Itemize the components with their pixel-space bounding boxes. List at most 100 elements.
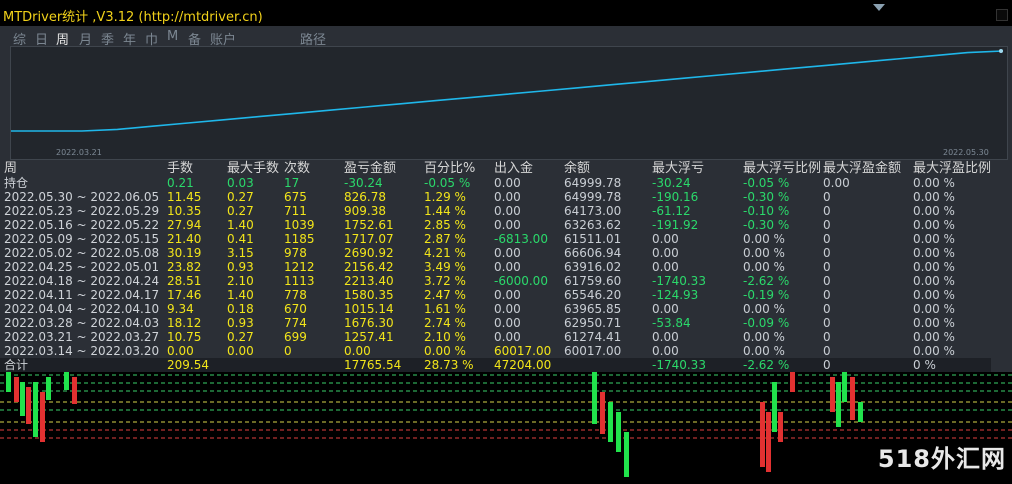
row-label: 2022.05.09 ~ 2022.05.15 [4, 232, 160, 246]
table-body: 2022.05.30 ~ 2022.06.05 11.45 0.27 675 826.7… [0, 190, 991, 358]
cell: 27.94 [167, 218, 202, 232]
cell: 209.54 [167, 358, 227, 372]
cell: 63916.02 [564, 260, 622, 274]
col-header: 最大浮盈比例 [913, 161, 992, 176]
cell: 61511.01 [564, 232, 622, 246]
cell: 64173.00 [564, 204, 622, 218]
cell: -0.05 % [424, 176, 471, 190]
table-row: 2022.03.28 ~ 2022.04.03 18.12 0.93 774 1676.… [0, 316, 991, 330]
cell: 0.03 [227, 176, 254, 190]
cell: 47204.00 [494, 358, 564, 372]
cell: -0.09 % [743, 316, 790, 330]
table-row: 2022.05.09 ~ 2022.05.15 21.40 0.41 1185 1717… [0, 232, 991, 246]
cell: 17765.54 [344, 358, 424, 372]
cell: 0.00 % [913, 330, 955, 344]
cell: 0.00 [167, 344, 194, 358]
cell: 0.00 [494, 218, 521, 232]
cell: 2.10 [227, 274, 254, 288]
cell: 1580.35 [344, 288, 394, 302]
candle [72, 377, 77, 404]
cell: 0.00 % [424, 344, 466, 358]
cell: 2.87 % [424, 232, 466, 246]
cell: 0.00 [494, 316, 521, 330]
cell: 10.75 [167, 330, 202, 344]
equity-line [11, 50, 1004, 132]
cell: 0.00 [494, 288, 521, 302]
col-header: 次数 [284, 161, 311, 176]
cell: 60017.00 [564, 344, 622, 358]
candle [592, 372, 597, 424]
cell: 0.00 % [913, 190, 955, 204]
cell: 0.00 [494, 330, 521, 344]
cell: 826.78 [344, 190, 386, 204]
cell: -191.92 [652, 218, 699, 232]
col-header: 最大浮亏比例 [743, 161, 822, 176]
watermark-logo: 518外汇网 [877, 445, 1006, 473]
candlestick-chart [0, 372, 1012, 477]
collapse-triangle-icon[interactable] [873, 4, 885, 11]
candle [850, 377, 855, 420]
row-label: 2022.05.16 ~ 2022.05.22 [4, 218, 160, 232]
candle [600, 392, 605, 434]
cell: 0.00 [652, 232, 679, 246]
candle [64, 372, 69, 390]
cell: 3.15 [227, 246, 254, 260]
cell: 0.00 % [913, 344, 955, 358]
cell: 0 [823, 330, 831, 344]
candle [616, 412, 621, 452]
cell: 3.72 % [424, 274, 466, 288]
cell: 0 [823, 246, 831, 260]
candle [766, 412, 771, 472]
cell: 0.00 % [913, 302, 955, 316]
cell: 0.00 % [913, 316, 955, 330]
candle [836, 382, 841, 427]
cell: 62950.71 [564, 316, 622, 330]
cell: 0.00 % [743, 260, 785, 274]
cell: 21.40 [167, 232, 202, 246]
row-label: 2022.05.23 ~ 2022.05.29 [4, 204, 160, 218]
panel-box-icon[interactable] [996, 9, 1008, 21]
candle [26, 387, 31, 424]
tab-bar: 综 日 周 月 季 年 巾 M 备 账户 路径 [0, 26, 1012, 48]
table-row: 2022.05.30 ~ 2022.06.05 11.45 0.27 675 826.7… [0, 190, 991, 204]
cell [227, 358, 284, 372]
col-header: 出入金 [494, 161, 534, 176]
cell: 1717.07 [344, 232, 394, 246]
cell: -190.16 [652, 190, 699, 204]
cell: 0.00 [494, 246, 521, 260]
cell: -30.24 [652, 176, 691, 190]
cell: 60017.00 [494, 344, 552, 358]
cell: -0.10 % [743, 204, 790, 218]
cell: 699 [284, 330, 307, 344]
table-row: 2022.04.11 ~ 2022.04.17 17.46 1.40 778 1580.… [0, 288, 991, 302]
candle [778, 412, 783, 442]
cell: 0.00 [652, 246, 679, 260]
cell: 0.00 [494, 176, 521, 190]
cell: 0 [823, 232, 831, 246]
candle [772, 382, 777, 432]
cell: 1.29 % [424, 190, 466, 204]
tab-magic[interactable]: M [167, 29, 178, 44]
cell: 28.73 % [424, 358, 494, 372]
cell: 1.40 [227, 288, 254, 302]
cell: 0.00 % [913, 176, 955, 190]
table-row: 2022.04.25 ~ 2022.05.01 23.82 0.93 1212 2156… [0, 260, 991, 274]
equity-chart: 2022.03.21 2022.05.30 [10, 46, 1008, 160]
table-row: 2022.04.18 ~ 2022.04.24 28.51 2.10 1113 2213… [0, 274, 991, 288]
row-label: 2022.04.18 ~ 2022.04.24 [4, 274, 160, 288]
cell: 0.93 [227, 260, 254, 274]
cell: 2.47 % [424, 288, 466, 302]
cell: 0.27 [227, 204, 254, 218]
cell: 774 [284, 316, 307, 330]
cell: 0.93 [227, 316, 254, 330]
table-row: 2022.05.23 ~ 2022.05.29 10.35 0.27 711 909.3… [0, 204, 991, 218]
cell: 10.35 [167, 204, 202, 218]
cell: -53.84 [652, 316, 691, 330]
col-header: 余额 [564, 161, 591, 176]
cell: 778 [284, 288, 307, 302]
cell: 0.00 [494, 260, 521, 274]
stats-panel: MTDriver统计 ,V3.12 (http://mtdriver.cn) 综… [0, 0, 1012, 372]
chart-start-date: 2022.03.21 [56, 148, 102, 157]
cell: 1113 [284, 274, 315, 288]
candle [33, 382, 38, 437]
